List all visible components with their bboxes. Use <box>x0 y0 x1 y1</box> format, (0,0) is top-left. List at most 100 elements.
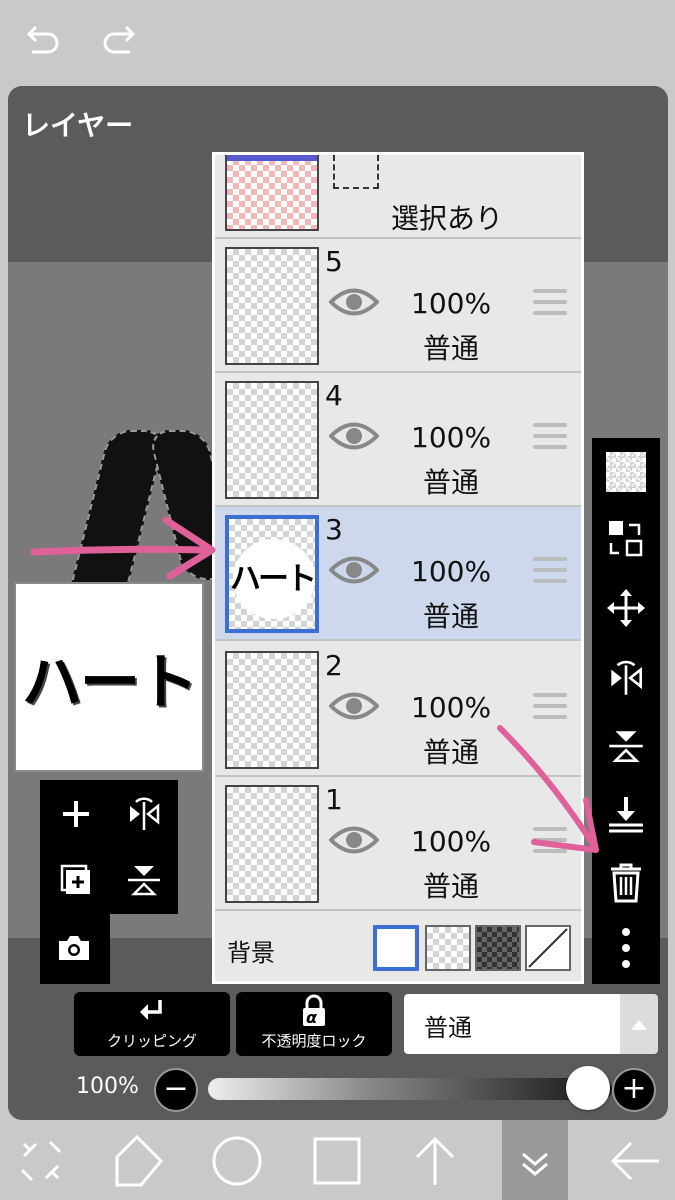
flip-horizontal-button-right[interactable] <box>600 652 652 704</box>
background-label: 背景 <box>227 939 275 967</box>
canvas-stroke <box>66 430 168 600</box>
merge-down-icon <box>609 797 643 833</box>
layer-list: 選択あり 5 100% 普通 4 100% 普通 ハート 3 100% 普通 2… <box>212 152 584 984</box>
rectangle-tool-button[interactable] <box>304 1128 370 1194</box>
add-layer-button[interactable] <box>46 784 106 844</box>
background-none-swatch[interactable] <box>525 925 571 971</box>
lasso-tool-button[interactable] <box>104 1128 170 1194</box>
undo-icon <box>26 25 59 54</box>
double-chevron-down-icon <box>522 1152 548 1176</box>
flip-horizontal-button[interactable] <box>114 784 174 844</box>
undo-button[interactable] <box>18 18 64 64</box>
layer-opacity: 100% <box>411 555 492 588</box>
blend-mode-value: 普通 <box>424 1014 472 1042</box>
alpha-symbol: α <box>306 1008 317 1027</box>
layer-row-3[interactable]: ハート 3 100% 普通 <box>215 507 581 641</box>
move-up-button[interactable] <box>402 1128 468 1194</box>
layer-menu-button[interactable] <box>502 1120 568 1200</box>
duplicate-icon <box>60 864 90 894</box>
visibility-eye-icon[interactable] <box>329 689 379 723</box>
transform-tool-button[interactable] <box>8 1128 74 1194</box>
delete-layer-button[interactable] <box>600 856 652 908</box>
diagonal-line-icon <box>528 928 568 968</box>
drag-handle-icon[interactable] <box>533 827 567 857</box>
background-dark-checker-swatch[interactable] <box>475 925 521 971</box>
trash-icon <box>611 863 641 903</box>
opacity-increase-button[interactable]: + <box>612 1068 656 1112</box>
back-button[interactable] <box>602 1128 668 1194</box>
triangle-up-icon <box>631 1020 647 1030</box>
transparency-button[interactable] <box>600 446 652 498</box>
clipping-button[interactable]: クリッピング <box>74 992 230 1056</box>
flip-vertical-icon <box>128 866 160 896</box>
layer-blend-mode: 普通 <box>423 600 480 633</box>
selection-layer-thumbnail <box>225 155 319 231</box>
alpha-lock-button[interactable]: α 不透明度ロック <box>236 992 392 1056</box>
circle-icon <box>212 1136 262 1186</box>
clipping-label: クリッピング <box>106 1032 197 1050</box>
opacity-slider-knob[interactable] <box>566 1066 610 1110</box>
drag-handle-icon[interactable] <box>533 693 567 723</box>
move-button[interactable] <box>600 582 652 634</box>
flip-vertical-button[interactable] <box>114 850 174 910</box>
layer-opacity: 100% <box>411 691 492 724</box>
visibility-eye-icon[interactable] <box>329 285 379 319</box>
camera-icon <box>59 936 89 960</box>
square-icon <box>313 1137 361 1185</box>
redo-button[interactable] <box>98 18 144 64</box>
opacity-decrease-button[interactable]: − <box>154 1068 198 1112</box>
layer-thumbnail: ハート <box>225 515 319 633</box>
layer-row-2[interactable]: 2 100% 普通 <box>215 643 581 777</box>
drag-handle-icon[interactable] <box>533 557 567 587</box>
flip-vertical-icon <box>609 731 643 763</box>
flip-horizontal-icon <box>130 797 160 830</box>
transform-icon <box>20 1140 62 1182</box>
layer-thumbnail <box>225 785 319 903</box>
duplicate-layer-button[interactable] <box>46 850 106 910</box>
layer-blend-mode: 普通 <box>423 870 480 903</box>
layer-row-1[interactable]: 1 100% 普通 <box>215 777 581 911</box>
clipping-arrow-icon <box>140 1000 162 1020</box>
bottom-toolbar <box>0 1120 675 1200</box>
layer-thumbnail <box>225 381 319 499</box>
blend-mode-dropdown-button[interactable] <box>620 994 658 1054</box>
plus-icon <box>63 801 89 827</box>
merge-down-button[interactable] <box>600 788 652 840</box>
minus-icon: − <box>163 1071 189 1106</box>
visibility-eye-icon[interactable] <box>329 419 379 453</box>
layer-preview: ハート <box>14 582 204 772</box>
flip-vertical-button-right[interactable] <box>600 720 652 772</box>
visibility-eye-icon[interactable] <box>329 823 379 857</box>
drag-handle-icon[interactable] <box>533 423 567 453</box>
layer-opacity: 100% <box>411 287 492 320</box>
camera-button[interactable] <box>44 918 104 978</box>
layer-row-5[interactable]: 5 100% 普通 <box>215 239 581 373</box>
background-white-swatch[interactable] <box>373 925 419 971</box>
move-icon <box>607 589 645 627</box>
swap-layers-button[interactable] <box>600 512 652 564</box>
opacity-slider[interactable] <box>208 1078 612 1100</box>
opacity-value-label: 100% <box>76 1074 139 1099</box>
selection-diamond-icon <box>115 1134 164 1187</box>
ellipse-tool-button[interactable] <box>204 1128 270 1194</box>
arrow-left-icon <box>610 1141 659 1181</box>
alpha-lock-label: 不透明度ロック <box>261 1032 367 1050</box>
swap-icon <box>609 521 643 557</box>
background-transparent-swatch[interactable] <box>425 925 471 971</box>
flip-horizontal-icon <box>611 660 643 695</box>
selection-layer-row[interactable]: 選択あり <box>215 155 581 239</box>
layer-number: 4 <box>325 379 343 412</box>
layer-number: 1 <box>325 783 343 816</box>
checkerboard-icon <box>606 452 646 492</box>
visibility-eye-icon[interactable] <box>329 553 379 587</box>
more-vertical-icon <box>622 928 630 968</box>
layer-thumbnail <box>225 247 319 365</box>
more-options-button[interactable] <box>600 922 652 974</box>
drag-handle-icon[interactable] <box>533 289 567 319</box>
blend-mode-select[interactable]: 普通 <box>404 994 620 1054</box>
layer-number: 5 <box>325 245 343 278</box>
layer-row-4[interactable]: 4 100% 普通 <box>215 373 581 507</box>
preview-text: ハート <box>22 647 198 718</box>
layer-opacity: 100% <box>411 421 492 454</box>
layer-thumbnail <box>225 651 319 769</box>
